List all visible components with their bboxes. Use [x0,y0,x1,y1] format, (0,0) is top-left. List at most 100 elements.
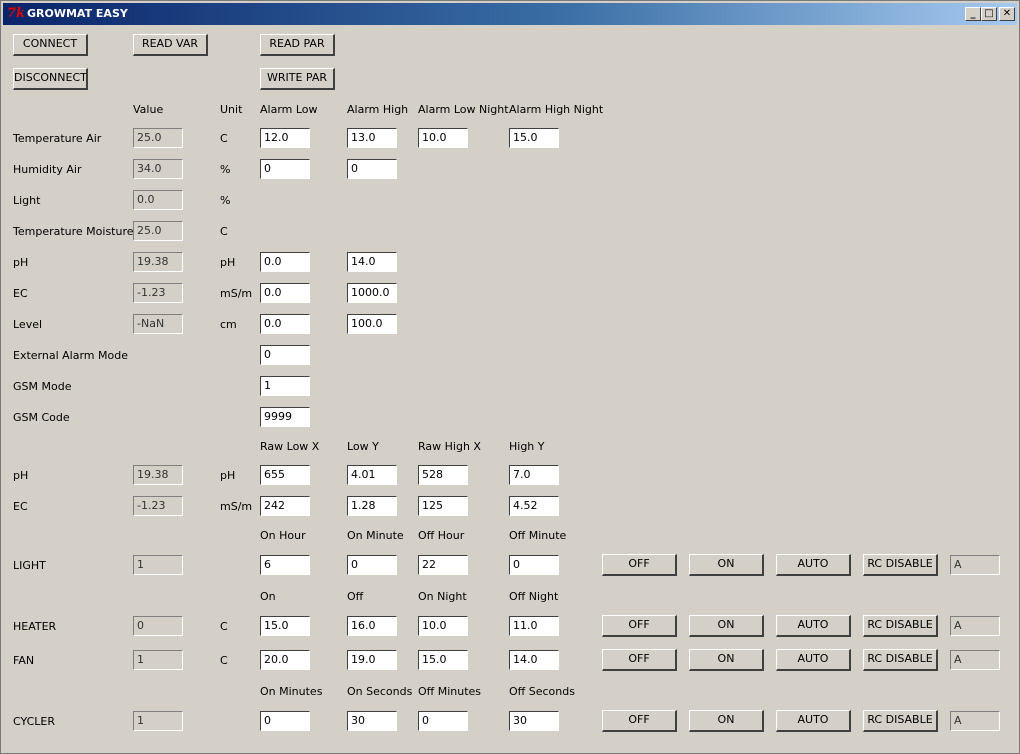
calib-low-y-ec[interactable]: 1.28 [347,496,397,516]
header-low-y: Low Y [347,440,379,453]
maximize-icon: □ [984,8,994,19]
cycler-off-minutes-input[interactable]: 0 [418,711,468,731]
fan-rc-disable-button[interactable]: RC DISABLE [863,649,938,671]
gsm-mode-input[interactable]: 1 [260,376,310,396]
value-ec: -1.23 [133,283,183,303]
calib-raw-high-x-ph[interactable]: 528 [418,465,468,485]
value-temperature-moisture: 25.0 [133,221,183,241]
alarm-high-night-temperature-air[interactable]: 15.0 [509,128,559,148]
light-on-minute-input[interactable]: 0 [347,555,397,575]
alarm-low-night-temperature-air[interactable]: 10.0 [418,128,468,148]
header-on-minutes: On Minutes [260,685,323,698]
gsm-code-input[interactable]: 9999 [260,407,310,427]
cycler-on-seconds-input[interactable]: 30 [347,711,397,731]
cycler-auto-button[interactable]: AUTO [776,710,851,732]
light-on-hour-input[interactable]: 6 [260,555,310,575]
header-high-y: High Y [509,440,545,453]
app-window: 7k GROWMAT EASY _ □ ✕ CONNECT READ VAR R… [0,0,1020,754]
light-state-value: 1 [133,555,183,575]
header-off-minute: Off Minute [509,529,567,542]
sensor-label-ph: pH [13,256,29,269]
minimize-button[interactable]: _ [965,7,981,21]
header-off-night: Off Night [509,590,559,603]
light-auto-button[interactable]: AUTO [776,554,851,576]
calib-low-y-ph[interactable]: 4.01 [347,465,397,485]
alarm-low-humidity-air[interactable]: 0 [260,159,310,179]
heater-state-value: 0 [133,616,183,636]
header-value: Value [133,103,164,116]
unit-light: % [220,194,231,207]
heater-off-input[interactable]: 16.0 [347,616,397,636]
heater-rc-disable-button[interactable]: RC DISABLE [863,615,938,637]
alarm-high-temperature-air[interactable]: 13.0 [347,128,397,148]
header-raw-high-x: Raw High X [418,440,481,453]
read-var-button[interactable]: READ VAR [133,34,208,56]
alarm-high-level[interactable]: 100.0 [347,314,397,334]
light-off-minute-input[interactable]: 0 [509,555,559,575]
cycler-off-seconds-input[interactable]: 30 [509,711,559,731]
calib-raw-low-x-ph[interactable]: 655 [260,465,310,485]
header-on-seconds: On Seconds [347,685,413,698]
sensor-label-light: Light [13,194,41,207]
header-unit: Unit [220,103,243,116]
alarm-high-ec[interactable]: 1000.0 [347,283,397,303]
header-raw-low-x: Raw Low X [260,440,320,453]
sensor-label-temperature-moisture: Temperature Moisture [13,225,134,238]
fan-on-input[interactable]: 20.0 [260,650,310,670]
cycler-rc-disable-button[interactable]: RC DISABLE [863,710,938,732]
cycler-label: CYCLER [13,715,56,728]
heater-off-night-input[interactable]: 11.0 [509,616,559,636]
heater-on-button[interactable]: ON [689,615,764,637]
alarm-high-ph[interactable]: 14.0 [347,252,397,272]
alarm-high-humidity-air[interactable]: 0 [347,159,397,179]
light-off-button[interactable]: OFF [602,554,677,576]
light-on-button[interactable]: ON [689,554,764,576]
calib-high-y-ph[interactable]: 7.0 [509,465,559,485]
alarm-low-ec[interactable]: 0.0 [260,283,310,303]
write-par-button[interactable]: WRITE PAR [260,68,335,90]
connect-button[interactable]: CONNECT [13,34,88,56]
disconnect-button[interactable]: DISCONNECT [13,68,88,90]
light-off-hour-input[interactable]: 22 [418,555,468,575]
heater-unit: C [220,620,228,633]
header-on-minute: On Minute [347,529,404,542]
header-on-hour: On Hour [260,529,306,542]
read-par-button[interactable]: READ PAR [260,34,335,56]
fan-on-night-input[interactable]: 15.0 [418,650,468,670]
maximize-button[interactable]: □ [981,7,997,21]
calib-raw-high-x-ec[interactable]: 125 [418,496,468,516]
minimize-icon: _ [970,8,976,19]
heater-on-night-input[interactable]: 10.0 [418,616,468,636]
calib-high-y-ec[interactable]: 4.52 [509,496,559,516]
heater-off-button[interactable]: OFF [602,615,677,637]
calib-raw-low-x-ec[interactable]: 242 [260,496,310,516]
fan-off-input[interactable]: 19.0 [347,650,397,670]
alarm-low-level[interactable]: 0.0 [260,314,310,334]
close-button[interactable]: ✕ [999,7,1015,21]
fan-unit: C [220,654,228,667]
fan-off-night-input[interactable]: 14.0 [509,650,559,670]
external-alarm-mode-input[interactable]: 0 [260,345,310,365]
heater-on-input[interactable]: 15.0 [260,616,310,636]
fan-label: FAN [13,654,35,667]
calib-unit-ec: mS/m [220,500,253,513]
fan-auto-button[interactable]: AUTO [776,649,851,671]
light-rc-disable-button[interactable]: RC DISABLE [863,554,938,576]
alarm-low-temperature-air[interactable]: 12.0 [260,128,310,148]
calib-value-ph: 19.38 [133,465,183,485]
value-ph: 19.38 [133,252,183,272]
window-title: GROWMAT EASY [27,7,128,20]
cycler-on-minutes-input[interactable]: 0 [260,711,310,731]
alarm-low-ph[interactable]: 0.0 [260,252,310,272]
app-logo-icon: 7k [7,6,26,21]
fan-off-button[interactable]: OFF [602,649,677,671]
unit-temperature-air: C [220,132,228,145]
value-level: -NaN [133,314,183,334]
sensor-label-humidity-air: Humidity Air [13,163,82,176]
cycler-off-button[interactable]: OFF [602,710,677,732]
heater-auto-button[interactable]: AUTO [776,615,851,637]
mode-label-external-alarm: External Alarm Mode [13,349,128,362]
fan-on-button[interactable]: ON [689,649,764,671]
title-bar[interactable]: 7k GROWMAT EASY _ □ ✕ [3,3,1017,25]
cycler-on-button[interactable]: ON [689,710,764,732]
